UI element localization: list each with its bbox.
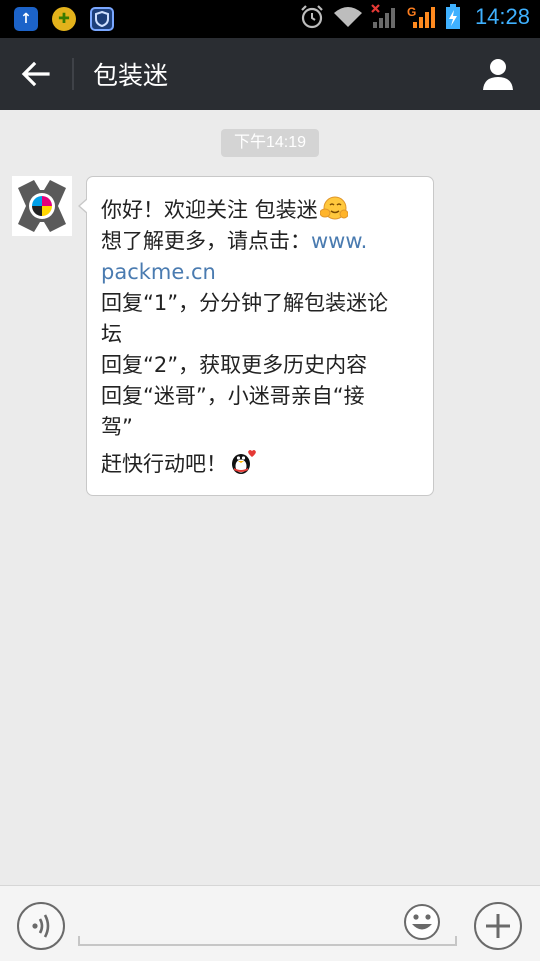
status-bar: ↑ ✚ G 14:28 bbox=[0, 0, 540, 38]
arrow-left-icon[interactable] bbox=[18, 56, 54, 92]
message-line: 回复“2”，获取更多历史内容 bbox=[101, 353, 368, 377]
shield-app-icon bbox=[90, 7, 114, 31]
link-text[interactable]: packme.cn bbox=[101, 257, 425, 288]
message-line: 你好！欢迎关注 包装迷 bbox=[101, 195, 425, 226]
svg-text:G: G bbox=[407, 5, 416, 19]
message-timestamp: 下午14:19 bbox=[221, 129, 319, 157]
message-text: 你好！欢迎关注 包装迷 想了解更多，请点击：www. packme.cn 回复“… bbox=[101, 195, 425, 480]
upload-app-icon: ↑ bbox=[14, 7, 38, 31]
message-line: 驾” bbox=[101, 415, 133, 439]
system-icons: G 14:28 bbox=[299, 4, 530, 30]
signal-g-icon: G bbox=[407, 5, 435, 28]
message-line: 回复“迷哥”，小迷哥亲自“接 bbox=[101, 384, 365, 408]
notification-icons: ↑ ✚ bbox=[14, 7, 114, 31]
message-line: 赶快行动吧！ bbox=[101, 449, 425, 480]
message-line: 坛 bbox=[101, 322, 122, 346]
plus-icon bbox=[486, 914, 510, 938]
message-input[interactable] bbox=[78, 898, 456, 946]
hug-emoji bbox=[319, 196, 348, 220]
signal-no-sim-icon bbox=[371, 4, 395, 28]
person-icon[interactable] bbox=[480, 56, 516, 92]
voice-icon bbox=[32, 914, 50, 938]
packme-logo-icon bbox=[18, 180, 66, 232]
title-bar: 包装迷 bbox=[0, 38, 540, 110]
message-line: 想了解更多，请点击：www. bbox=[101, 229, 368, 253]
input-bar bbox=[0, 885, 540, 961]
avatar[interactable] bbox=[12, 176, 72, 236]
voice-button[interactable] bbox=[17, 902, 65, 950]
alarm-icon bbox=[301, 5, 323, 29]
input-underline-right bbox=[455, 936, 457, 946]
wifi-icon bbox=[333, 7, 362, 27]
page-title: 包装迷 bbox=[93, 61, 169, 90]
clock: 14:28 bbox=[474, 4, 530, 29]
smiley-icon[interactable] bbox=[403, 903, 441, 941]
game-app-icon: ✚ bbox=[52, 7, 76, 31]
battery-charging-icon bbox=[445, 4, 460, 29]
message-line: 回复“1”，分分钟了解包装迷论 bbox=[101, 291, 389, 315]
input-underline-left bbox=[78, 936, 80, 946]
title-divider bbox=[72, 58, 74, 90]
bubble-tail-inner bbox=[80, 199, 88, 213]
plus-button[interactable] bbox=[474, 902, 522, 950]
penguin-heart-emoji bbox=[232, 450, 256, 474]
link-text[interactable]: www. bbox=[311, 229, 367, 253]
